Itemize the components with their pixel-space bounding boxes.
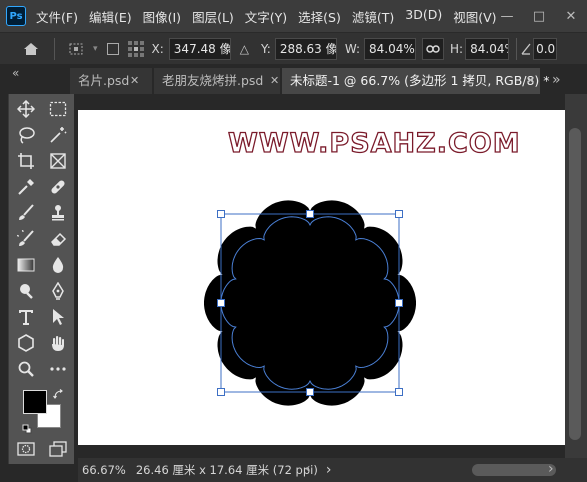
options-bar: ▾ X: 347.48 像素 △ Y: 288.63 像素 W: 84.04% …	[0, 32, 587, 64]
handle-top-left[interactable]	[217, 210, 225, 218]
history-brush-icon[interactable]	[13, 226, 39, 252]
move-tool-icon[interactable]	[13, 96, 39, 122]
handle-top-right[interactable]	[395, 210, 403, 218]
tab-business-card[interactable]: 名片.psd ✕	[70, 68, 152, 94]
menu-layer[interactable]: 图层(L)	[192, 7, 234, 26]
zoom-level[interactable]: 66.67%	[82, 463, 126, 477]
h-label: H:	[450, 41, 464, 56]
minimize-button[interactable]: —	[491, 0, 523, 32]
stamp-tool-icon[interactable]	[45, 200, 71, 226]
x-field[interactable]: 347.48 像素	[168, 37, 231, 60]
w-label: W:	[344, 41, 361, 56]
foreground-color-swatch[interactable]	[23, 390, 47, 414]
close-button[interactable]: ✕	[555, 0, 587, 32]
checkbox[interactable]	[102, 34, 124, 64]
healing-brush-icon[interactable]	[45, 174, 71, 200]
h-field[interactable]: 84.04%	[465, 37, 510, 60]
window-controls: — □ ✕	[491, 0, 587, 32]
tab-label: 老朋友烧烤拼.psd	[162, 73, 264, 88]
home-icon[interactable]	[14, 34, 48, 64]
status-menu-arrow[interactable]: ›	[326, 462, 332, 478]
dropdown-arrow-icon[interactable]: ▾	[93, 44, 98, 54]
handle-bottom-right[interactable]	[395, 388, 403, 396]
y-label: Y:	[261, 41, 271, 56]
reference-grid-icon[interactable]	[124, 34, 148, 64]
marquee-tool-icon[interactable]	[45, 96, 71, 122]
vertical-scrollbar[interactable]	[565, 94, 587, 464]
zoom-tool-icon[interactable]	[13, 356, 39, 382]
link-icon[interactable]	[422, 37, 445, 60]
photoshop-logo: Ps	[6, 6, 26, 26]
rotate-icon[interactable]	[519, 38, 533, 60]
menu-file[interactable]: 文件(F)	[36, 7, 78, 26]
brush-tool-icon[interactable]	[13, 200, 39, 226]
tab-close-icon[interactable]: ✕	[270, 68, 279, 94]
menu-bar: Ps 文件(F) 编辑(E) 图像(I) 图层(L) 文字(Y) 选择(S) 滤…	[0, 0, 587, 32]
screen-mode-icon[interactable]	[45, 436, 71, 462]
w-field[interactable]: 84.04%	[364, 37, 417, 60]
menu-type[interactable]: 文字(Y)	[245, 7, 287, 26]
status-bar: 66.67% 26.46 厘米 x 17.64 厘米 (72 ppi) › ‹ …	[78, 458, 587, 482]
eraser-tool-icon[interactable]	[45, 226, 71, 252]
quick-mask-icon[interactable]	[13, 436, 39, 462]
more-tools-icon[interactable]	[45, 356, 71, 382]
hand-tool-icon[interactable]	[45, 330, 71, 356]
menu-filter[interactable]: 滤镜(T)	[352, 7, 394, 26]
delta-icon[interactable]: △	[240, 42, 249, 56]
document-tab-bar: « 名片.psd ✕ 老朋友烧烤拼.psd ✕ 未标题-1 @ 66.7% (多…	[0, 64, 587, 94]
lasso-tool-icon[interactable]	[13, 122, 39, 148]
path-selection-icon[interactable]	[45, 304, 71, 330]
menu-items: 文件(F) 编辑(E) 图像(I) 图层(L) 文字(Y) 选择(S) 滤镜(T…	[36, 7, 508, 26]
menu-image[interactable]: 图像(I)	[143, 7, 181, 26]
tab-untitled-1[interactable]: 未标题-1 @ 66.7% (多边形 1 拷贝, RGB/8) * ✕	[282, 68, 550, 94]
tab-close-icon[interactable]: ✕	[526, 68, 535, 94]
x-label: X:	[151, 41, 164, 56]
tab-bbq[interactable]: 老朋友烧烤拼.psd ✕	[154, 68, 280, 94]
menu-select[interactable]: 选择(S)	[298, 7, 341, 26]
magic-wand-icon[interactable]	[45, 122, 71, 148]
handle-right[interactable]	[395, 299, 403, 307]
gradient-tool-icon[interactable]	[13, 252, 39, 278]
handle-bottom-left[interactable]	[217, 388, 225, 396]
handle-left[interactable]	[217, 299, 225, 307]
restore-button[interactable]: □	[523, 0, 555, 32]
more-tabs-icon[interactable]: »	[552, 72, 561, 88]
horizontal-scrollbar[interactable]	[388, 464, 556, 476]
scalloped-shape-layer[interactable]	[78, 110, 565, 445]
scroll-left-arrow[interactable]: ‹	[305, 461, 311, 477]
document-size: 26.46 厘米 x 17.64 厘米 (72 ppi)	[135, 463, 318, 477]
frame-tool-icon[interactable]	[45, 148, 71, 174]
handle-bottom[interactable]	[306, 388, 314, 396]
y-field[interactable]: 288.63 像素	[274, 37, 337, 60]
collapse-panel-icon[interactable]: «	[12, 66, 19, 80]
handle-top[interactable]	[306, 210, 314, 218]
black-scalloped-shape	[204, 200, 416, 406]
rotate-field[interactable]: 0.0	[533, 37, 558, 60]
tools-panel	[8, 94, 74, 464]
vertical-scroll-thumb[interactable]	[569, 128, 581, 440]
pen-tool-icon[interactable]	[45, 278, 71, 304]
crop-tool-icon[interactable]	[13, 148, 39, 174]
canvas-workspace[interactable]: WWW.PSAHZ.COM	[78, 94, 565, 464]
menu-3d[interactable]: 3D(D)	[405, 7, 442, 26]
polygon-tool-icon[interactable]	[13, 330, 39, 356]
horizontal-scroll-thumb[interactable]	[472, 464, 556, 476]
reference-point-icon[interactable]	[63, 34, 89, 64]
document-canvas[interactable]: WWW.PSAHZ.COM	[78, 110, 565, 445]
scroll-right-arrow[interactable]: ›	[548, 461, 554, 477]
divider	[54, 37, 55, 60]
menu-edit[interactable]: 编辑(E)	[89, 7, 132, 26]
swap-colors-icon[interactable]	[53, 386, 65, 405]
eyedropper-icon[interactable]	[13, 174, 39, 200]
tab-close-icon[interactable]: ✕	[130, 68, 139, 94]
type-tool-icon[interactable]	[13, 304, 39, 330]
tab-label: 名片.psd	[78, 73, 130, 88]
divider	[516, 37, 518, 60]
blur-tool-icon[interactable]	[45, 252, 71, 278]
tab-label: 未标题-1 @ 66.7% (多边形 1 拷贝, RGB/8) *	[290, 73, 550, 88]
dodge-tool-icon[interactable]	[13, 278, 39, 304]
